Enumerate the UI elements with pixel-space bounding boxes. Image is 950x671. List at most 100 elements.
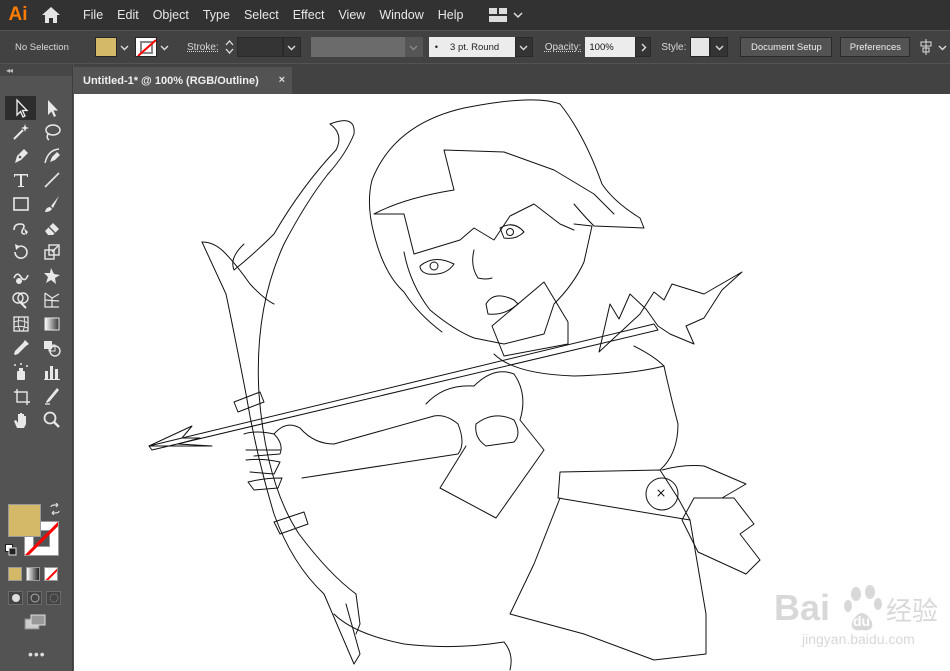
style-dropdown[interactable]: [710, 37, 729, 57]
stroke-dropdown[interactable]: [157, 37, 171, 57]
shape-builder-tool[interactable]: [5, 288, 36, 312]
menu-type[interactable]: Type: [196, 0, 237, 30]
chevron-down-icon: [715, 45, 724, 50]
variable-width-profile[interactable]: [310, 37, 405, 57]
stroke-weight-stepper[interactable]: [223, 37, 237, 57]
draw-normal-icon[interactable]: [8, 591, 23, 605]
rotate-tool[interactable]: [5, 240, 36, 264]
preferences-button[interactable]: Preferences: [840, 37, 911, 57]
graphic-style-swatch[interactable]: [690, 37, 711, 57]
screen-mode-icon[interactable]: [24, 614, 46, 635]
mesh-tool[interactable]: [5, 312, 36, 336]
fill-swatch[interactable]: [95, 37, 117, 57]
artboard-tool[interactable]: [5, 384, 36, 408]
menu-help[interactable]: Help: [431, 0, 471, 30]
hand-fingers: [243, 431, 283, 491]
warp-tool[interactable]: [5, 264, 36, 288]
column-graph-tool[interactable]: [36, 360, 67, 384]
color-mode-button[interactable]: [8, 567, 22, 581]
hand-tool[interactable]: [5, 408, 36, 432]
home-icon[interactable]: [36, 0, 66, 30]
type-tool[interactable]: [5, 168, 36, 192]
menu-object[interactable]: Object: [146, 0, 196, 30]
perspective-grid-tool[interactable]: [36, 288, 67, 312]
bow-inner: [232, 123, 340, 271]
shoulder-round: [475, 415, 519, 447]
brush-dot-icon: •: [434, 41, 439, 53]
arrow-fletching: [598, 271, 743, 353]
magic-wand-tool[interactable]: [5, 120, 36, 144]
document-setup-button[interactable]: Document Setup: [740, 37, 833, 57]
artboard-canvas[interactable]: Bai du 经验 jingyan.baidu.com: [74, 94, 950, 671]
stroke-weight-input[interactable]: [236, 37, 283, 57]
default-colors-icon[interactable]: [5, 544, 17, 556]
brush-dropdown[interactable]: [514, 37, 533, 57]
collapse-panel-icon[interactable]: ◂◂: [0, 64, 72, 76]
gradient-mode-button[interactable]: [26, 567, 40, 581]
collar: [491, 281, 569, 357]
menu-effect[interactable]: Effect: [286, 0, 332, 30]
none-mode-button[interactable]: [44, 567, 58, 581]
eyedropper-tool[interactable]: [5, 336, 36, 360]
tools-panel: ◂◂ •••: [0, 64, 73, 671]
menu-edit[interactable]: Edit: [110, 0, 146, 30]
paintbrush-tool[interactable]: [36, 192, 67, 216]
eraser-tool[interactable]: [36, 216, 67, 240]
illustrator-window: Ai File Edit Object Type Select Effect V…: [0, 0, 950, 671]
align-icon: [920, 39, 932, 55]
edit-toolbar-button[interactable]: •••: [28, 646, 46, 662]
lasso-tool[interactable]: [36, 120, 67, 144]
puppet-warp-tool[interactable]: [36, 264, 67, 288]
baidu-logo: Bai du 经验 jingyan.baidu.com: [774, 585, 938, 647]
rectangle-tool[interactable]: [5, 192, 36, 216]
direct-selection-tool[interactable]: [36, 96, 67, 120]
document-tab[interactable]: Untitled-1* @ 100% (RGB/Outline) ×: [74, 67, 292, 94]
blend-tool[interactable]: [36, 336, 67, 360]
symbol-sprayer-tool[interactable]: [5, 360, 36, 384]
tool-grid: [5, 96, 67, 432]
none-color-icon: [45, 568, 57, 580]
curvature-tool[interactable]: [36, 144, 67, 168]
fill-color-box[interactable]: [8, 504, 41, 537]
opacity-slider-button[interactable]: [635, 37, 652, 57]
leg-right: [681, 497, 761, 575]
stepper-icon: [225, 40, 234, 54]
chevron-down-icon: [409, 45, 418, 50]
belt-buckle-x: [657, 489, 665, 497]
draw-behind-icon[interactable]: [27, 591, 42, 605]
chevron-down-icon: [160, 45, 168, 50]
close-tab-icon[interactable]: ×: [279, 74, 285, 86]
stroke-weight-dropdown[interactable]: [282, 37, 301, 57]
stroke-label[interactable]: Stroke:: [183, 42, 223, 53]
align-panel-button[interactable]: [918, 39, 947, 55]
scale-tool[interactable]: [36, 240, 67, 264]
workspace-icon: [488, 8, 507, 22]
menu-window[interactable]: Window: [372, 0, 430, 30]
pen-tool[interactable]: [5, 144, 36, 168]
fill-dropdown[interactable]: [117, 37, 131, 57]
profile-dropdown[interactable]: [404, 37, 423, 57]
gradient-tool[interactable]: [36, 312, 67, 336]
menu-file[interactable]: File: [76, 0, 110, 30]
shoulder-right: [633, 345, 665, 367]
workspace-switcher[interactable]: [488, 8, 523, 22]
brush-definition[interactable]: • 3 pt. Round: [428, 37, 515, 57]
opacity-label[interactable]: Opacity:: [541, 42, 586, 53]
baidu-du-text: du: [853, 613, 870, 629]
front-arm: [273, 415, 463, 479]
line-segment-tool[interactable]: [36, 168, 67, 192]
bow-lower-limb: [201, 241, 361, 665]
swap-fill-stroke-icon[interactable]: [49, 503, 61, 515]
selection-tool[interactable]: [5, 96, 36, 120]
mouth: [485, 295, 519, 315]
face: [403, 223, 593, 345]
draw-inside-icon[interactable]: [46, 591, 61, 605]
shaper-tool[interactable]: [5, 216, 36, 240]
zoom-tool[interactable]: [36, 408, 67, 432]
nose: [472, 249, 493, 280]
menu-view[interactable]: View: [331, 0, 372, 30]
stroke-swatch[interactable]: [135, 37, 157, 57]
slice-tool[interactable]: [36, 384, 67, 408]
opacity-input[interactable]: 100%: [585, 37, 636, 57]
menu-select[interactable]: Select: [237, 0, 286, 30]
